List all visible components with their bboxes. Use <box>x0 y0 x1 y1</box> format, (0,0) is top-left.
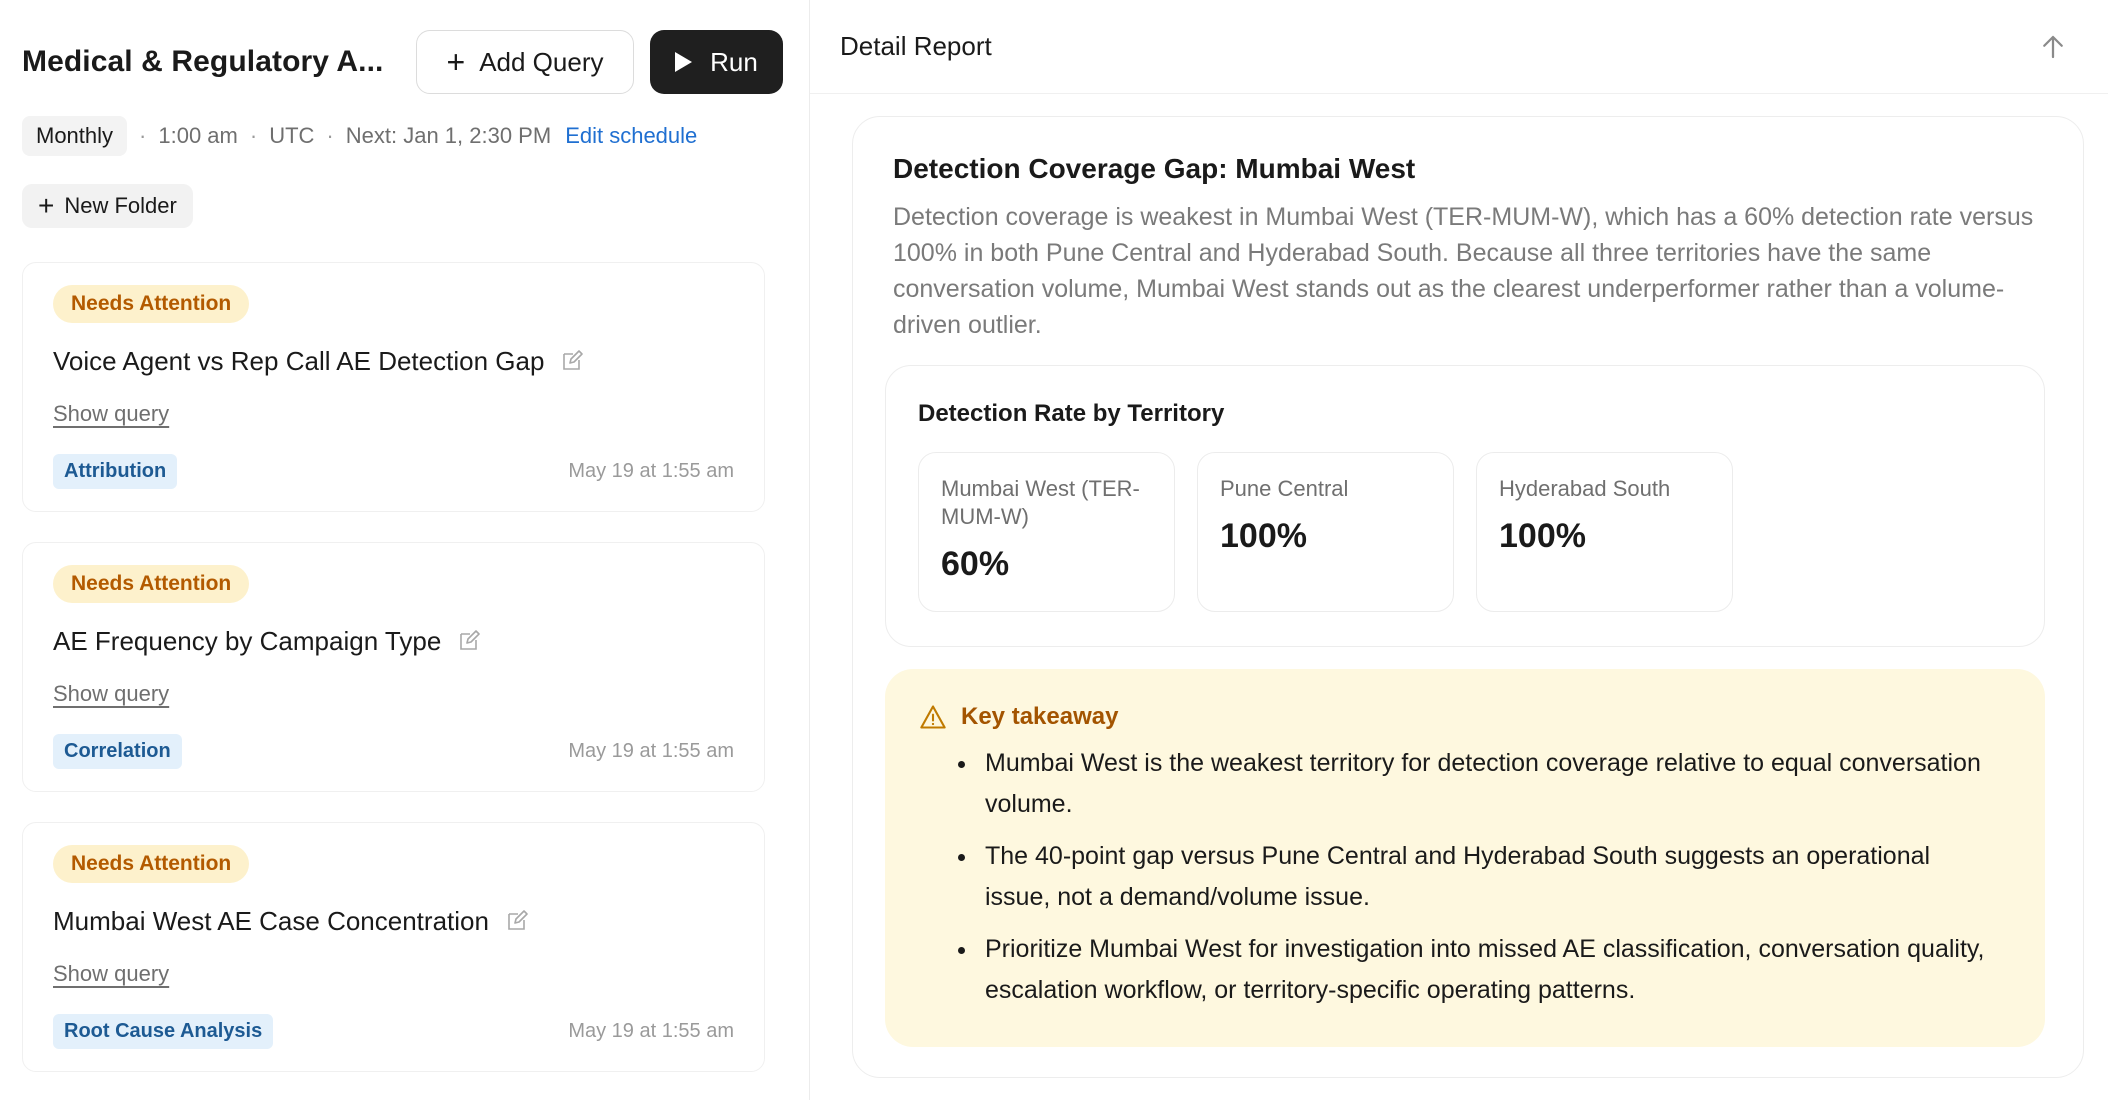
metric-label: Hyderabad South <box>1499 476 1671 501</box>
queries-panel: Medical & Regulatory A... + Add Query Ru… <box>0 0 810 1100</box>
timestamp: May 19 at 1:55 am <box>568 1020 734 1042</box>
query-title: AE Frequency by Campaign Type <box>53 625 442 656</box>
metric-tiles: Mumbai West (TER-MUM-W) 60% Pune Central… <box>918 452 2012 612</box>
detail-report-title: Detail Report <box>840 31 992 61</box>
timestamp: May 19 at 1:55 am <box>568 460 734 482</box>
warning-icon <box>920 705 946 729</box>
key-takeaway-title: Key takeaway <box>961 703 1119 730</box>
schedule-timezone: UTC <box>269 123 315 148</box>
separator: · <box>139 123 147 148</box>
timestamp: May 19 at 1:55 am <box>568 740 734 762</box>
query-card[interactable]: Needs Attention Voice Agent vs Rep Call … <box>22 262 765 512</box>
frequency-badge: Monthly <box>22 116 128 156</box>
app-root: Medical & Regulatory A... + Add Query Ru… <box>0 0 2108 1100</box>
report-description: Detection coverage is weakest in Mumbai … <box>893 203 2034 339</box>
separator: · <box>249 123 258 148</box>
takeaway-list: Mumbai West is the weakest territory for… <box>979 743 2013 1011</box>
metric-label: Pune Central <box>1220 476 1349 501</box>
toolbar: Medical & Regulatory A... + Add Query Ru… <box>22 30 809 94</box>
metric-tile: Pune Central 100% <box>1197 452 1454 612</box>
query-title: Voice Agent vs Rep Call AE Detection Gap <box>53 345 545 376</box>
takeaway-item: Prioritize Mumbai West for investigation… <box>979 929 1999 1011</box>
detection-rate-title: Detection Rate by Territory <box>918 400 1225 427</box>
new-folder-button[interactable]: + New Folder <box>22 184 193 228</box>
query-card[interactable]: Needs Attention AE Frequency by Campaign… <box>22 542 765 792</box>
metric-tile: Mumbai West (TER-MUM-W) 60% <box>918 452 1175 612</box>
show-query-link[interactable]: Show query <box>53 401 169 427</box>
key-takeaway-header: Key takeaway <box>919 703 2013 731</box>
add-query-label: Add Query <box>479 46 604 77</box>
category-tag: Root Cause Analysis <box>53 1014 274 1049</box>
metric-tile: Hyderabad South 100% <box>1476 452 1733 612</box>
edit-icon[interactable] <box>457 629 481 653</box>
status-badge: Needs Attention <box>53 285 250 323</box>
category-tag: Attribution <box>53 454 178 489</box>
schedule-time: 1:00 am <box>158 123 238 148</box>
key-takeaway-box: Key takeaway Mumbai West is the weakest … <box>885 669 2045 1047</box>
show-query-link[interactable]: Show query <box>53 681 169 707</box>
category-tag: Correlation <box>53 734 182 769</box>
takeaway-item: Mumbai West is the weakest territory for… <box>979 743 1999 825</box>
metric-label: Mumbai West (TER-MUM-W) <box>941 476 1140 529</box>
detail-report-header: Detail Report <box>810 0 2108 94</box>
show-query-link[interactable]: Show query <box>53 961 169 987</box>
query-title-row: Mumbai West AE Case Concentration <box>53 903 734 939</box>
plus-icon: + <box>446 44 466 80</box>
play-icon <box>675 52 693 72</box>
schedule-next-run: Next: Jan 1, 2:30 PM <box>345 123 552 148</box>
metric-value: 60% <box>941 545 1010 583</box>
detection-rate-card: Detection Rate by Territory Mumbai West … <box>885 365 2045 647</box>
edit-schedule-link[interactable]: Edit schedule <box>565 123 697 149</box>
report-card: Detection Coverage Gap: Mumbai West Dete… <box>852 116 2084 1078</box>
run-button[interactable]: Run <box>650 30 783 94</box>
query-title-row: AE Frequency by Campaign Type <box>53 623 734 659</box>
metric-value: 100% <box>1220 517 1307 555</box>
query-card-footer: Correlation May 19 at 1:55 am <box>53 734 734 769</box>
status-badge: Needs Attention <box>53 565 250 603</box>
query-card-footer: Root Cause Analysis May 19 at 1:55 am <box>53 1014 734 1049</box>
report-heading: Detection Coverage Gap: Mumbai West <box>893 153 1416 184</box>
takeaway-item: The 40-point gap versus Pune Central and… <box>979 836 1999 918</box>
query-title: Mumbai West AE Case Concentration <box>53 905 489 936</box>
run-label: Run <box>710 46 758 77</box>
query-title-row: Voice Agent vs Rep Call AE Detection Gap <box>53 343 734 379</box>
edit-icon[interactable] <box>505 909 529 933</box>
plus-icon: + <box>38 190 55 221</box>
add-query-button[interactable]: + Add Query <box>416 30 634 94</box>
metric-value: 100% <box>1499 517 1586 555</box>
edit-icon[interactable] <box>560 349 584 373</box>
arrow-up-icon[interactable] <box>2038 32 2068 62</box>
query-card[interactable]: Needs Attention Mumbai West AE Case Conc… <box>22 822 765 1072</box>
page-title: Medical & Regulatory A... <box>22 45 384 78</box>
status-badge: Needs Attention <box>53 845 250 883</box>
new-folder-label: New Folder <box>64 193 177 218</box>
separator: · <box>326 123 334 148</box>
query-card-footer: Attribution May 19 at 1:55 am <box>53 454 734 489</box>
detail-report-panel: Detail Report Detection Coverage Gap: Mu… <box>810 0 2108 1100</box>
schedule-bar: Monthly · 1:00 am · UTC · Next: Jan 1, 2… <box>22 114 809 158</box>
